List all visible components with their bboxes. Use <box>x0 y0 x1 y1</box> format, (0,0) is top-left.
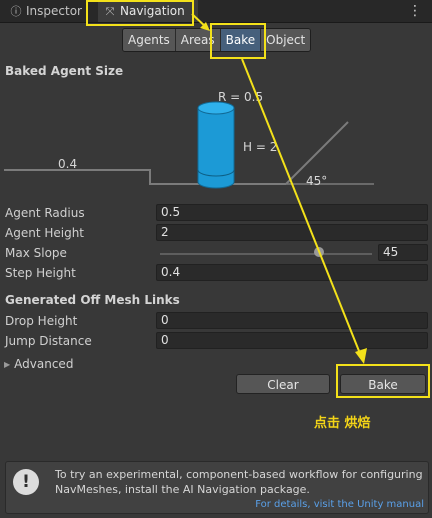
info-icon: ! <box>13 469 39 495</box>
navigation-tab-highlight <box>86 0 194 26</box>
more-options-icon[interactable]: ⋮ <box>408 3 422 19</box>
advanced-label: Advanced <box>14 357 74 371</box>
jump-distance-field[interactable]: 0 <box>156 332 428 349</box>
subtab-object[interactable]: Object <box>261 29 311 51</box>
clear-button[interactable]: Clear <box>236 374 330 394</box>
tab-inspector-label: Inspector <box>26 4 82 18</box>
annotation-click-bake: 点击 烘焙 <box>314 416 371 431</box>
agent-radius-field[interactable]: 0.5 <box>156 204 428 221</box>
step-height-field[interactable]: 0.4 <box>156 264 428 281</box>
agent-radius-row: Agent Radius 0.5 <box>0 203 432 223</box>
max-slope-row: Max Slope 45 <box>0 243 432 263</box>
window-tab-bar: ⓘ Inspector ⤧ Navigation ⋮ <box>0 0 432 23</box>
max-slope-label: Max Slope <box>5 246 67 260</box>
agent-height-field[interactable]: 2 <box>156 224 428 241</box>
foldout-arrow-icon: ▶ <box>4 360 11 369</box>
advanced-foldout[interactable]: ▶ Advanced <box>4 356 73 373</box>
baked-agent-size-heading: Baked Agent Size <box>5 64 124 78</box>
max-slope-field[interactable]: 45 <box>378 244 428 261</box>
slope-label: 45° <box>306 174 327 188</box>
step-height-row: Step Height 0.4 <box>0 263 432 283</box>
step-label: 0.4 <box>58 157 77 171</box>
max-slope-slider-thumb[interactable] <box>314 247 324 257</box>
inspector-icon: ⓘ <box>10 5 22 18</box>
bake-button-highlight <box>336 364 430 398</box>
agent-radius-label: Agent Radius <box>5 206 85 220</box>
tab-inspector[interactable]: ⓘ Inspector <box>4 0 88 22</box>
radius-label: R = 0.5 <box>218 90 263 104</box>
off-mesh-links-heading: Generated Off Mesh Links <box>5 293 180 307</box>
agent-size-diagram: R = 0.5 H = 2 0.4 45° <box>4 90 374 189</box>
help-box: ! To try an experimental, component-base… <box>5 461 429 514</box>
agent-height-row: Agent Height 2 <box>0 223 432 243</box>
help-text: To try an experimental, component-based … <box>55 468 423 496</box>
unity-manual-link[interactable]: For details, visit the Unity manual <box>255 499 424 510</box>
subtab-agents[interactable]: Agents <box>123 29 176 51</box>
drop-height-label: Drop Height <box>5 314 78 328</box>
max-slope-slider-track[interactable] <box>160 253 372 255</box>
agent-height-label: Agent Height <box>5 226 85 240</box>
drop-height-row: Drop Height 0 <box>0 311 432 331</box>
jump-distance-label: Jump Distance <box>5 334 92 348</box>
ground-line <box>4 169 286 185</box>
step-height-label: Step Height <box>5 266 76 280</box>
drop-height-field[interactable]: 0 <box>156 312 428 329</box>
jump-distance-row: Jump Distance 0 <box>0 331 432 351</box>
bake-subtab-highlight <box>210 23 266 59</box>
height-label: H = 2 <box>243 140 277 154</box>
